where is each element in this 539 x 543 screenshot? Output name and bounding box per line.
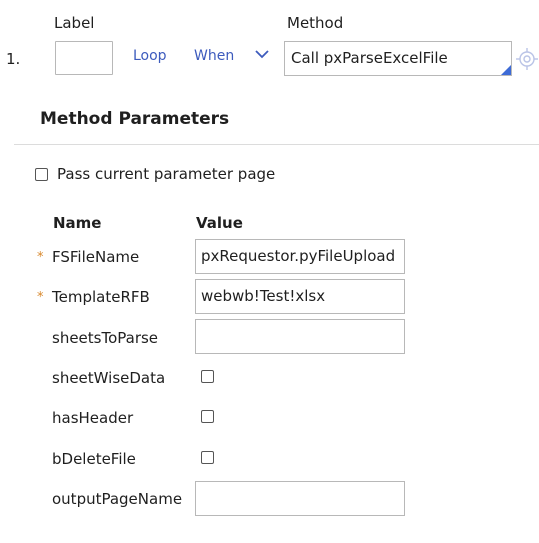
step-number: 1. (6, 50, 21, 68)
param-name: sheetWiseData (52, 369, 166, 387)
param-value-input[interactable]: webwb!Test!xlsx (195, 279, 405, 314)
param-name: hasHeader (52, 409, 134, 427)
label-heading: Label (54, 14, 95, 32)
step-label-input[interactable] (55, 41, 113, 75)
name-column-header: Name (53, 214, 102, 232)
param-value-text: webwb!Test!xlsx (201, 287, 326, 305)
param-name: FSFileName (52, 248, 140, 266)
param-value-input[interactable] (195, 481, 405, 516)
param-checkbox[interactable] (201, 410, 214, 423)
param-name: outputPageName (52, 490, 183, 508)
when-link[interactable]: When (194, 48, 234, 64)
param-value-input[interactable]: pxRequestor.pyFileUpload (195, 239, 405, 274)
param-name: bDeleteFile (52, 450, 136, 468)
param-name: sheetsToParse (52, 329, 159, 347)
loop-link[interactable]: Loop (133, 48, 167, 64)
method-heading: Method (287, 14, 344, 32)
autocomplete-corner-icon (501, 65, 511, 75)
param-name: TemplateRFB (52, 288, 150, 306)
value-column-header: Value (196, 214, 243, 232)
divider (14, 144, 539, 145)
required-icon: * (37, 250, 44, 265)
chevron-down-icon[interactable] (252, 44, 272, 64)
pass-current-checkbox[interactable] (35, 168, 48, 181)
section-title: Method Parameters (40, 109, 230, 129)
target-icon[interactable] (516, 48, 538, 70)
param-value-input[interactable] (195, 319, 405, 354)
param-value-text: pxRequestor.pyFileUpload (201, 247, 396, 265)
method-input-value: Call pxParseExcelFile (291, 49, 448, 67)
method-input[interactable]: Call pxParseExcelFile (284, 41, 512, 76)
pass-current-label: Pass current parameter page (57, 165, 276, 183)
param-checkbox[interactable] (201, 451, 214, 464)
param-checkbox[interactable] (201, 370, 214, 383)
required-icon: * (37, 290, 44, 305)
